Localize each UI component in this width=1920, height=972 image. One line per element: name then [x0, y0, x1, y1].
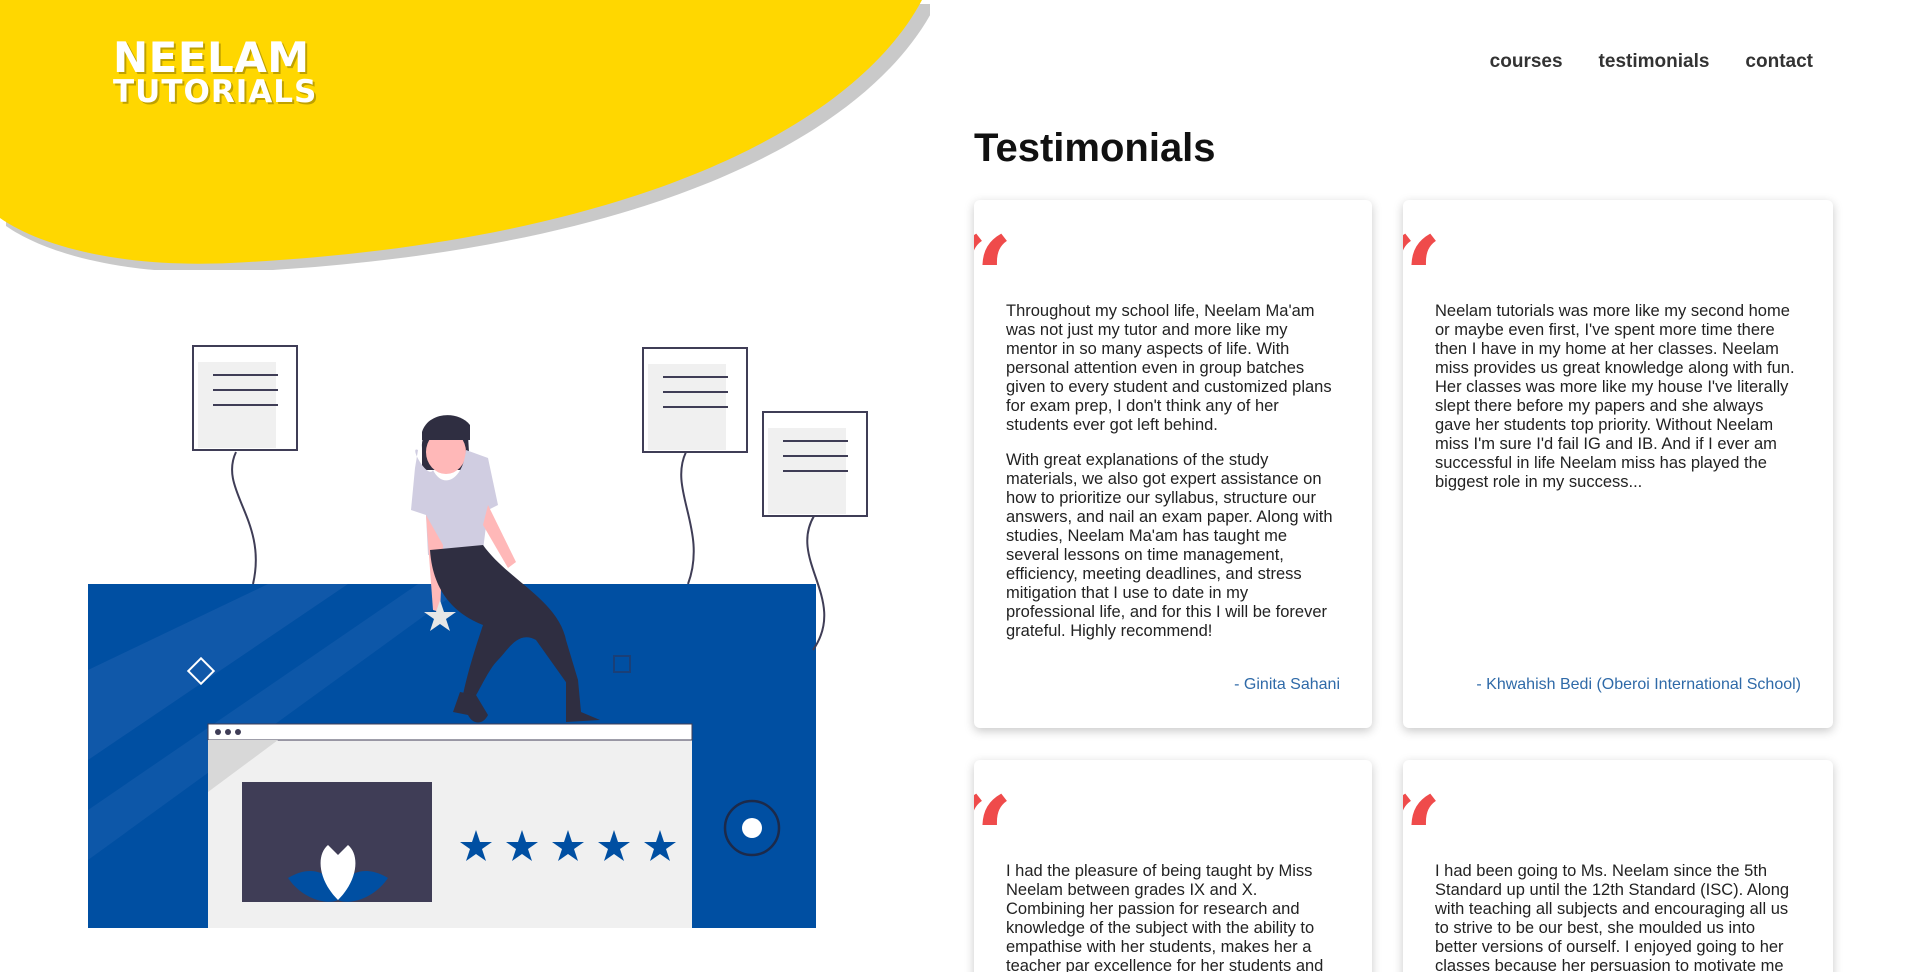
testimonial-card: “ Neelam tutorials was more like my seco…: [1403, 200, 1833, 728]
testimonial-card: “ I had been going to Ms. Neelam since t…: [1403, 760, 1833, 972]
brand-line2: TUTORIALS: [113, 73, 318, 110]
main-nav: courses testimonials contact: [1490, 51, 1813, 73]
note-card-right: [762, 411, 868, 517]
quote-mark-icon: “: [1403, 222, 1442, 332]
quote-mark-icon: “: [974, 222, 1013, 332]
testimonial-text: Neelam tutorials was more like my second…: [1435, 302, 1801, 492]
testimonial-paragraph: Neelam tutorials was more like my second…: [1435, 302, 1795, 491]
nav-contact[interactable]: contact: [1745, 51, 1813, 73]
nav-testimonials[interactable]: testimonials: [1599, 51, 1710, 73]
note-card-left: [192, 345, 298, 451]
testimonial-text: Throughout my school life, Neelam Ma'am …: [1006, 302, 1340, 641]
testimonial-text: I had been going to Ms. Neelam since the…: [1435, 862, 1801, 972]
testimonial-paragraph: Throughout my school life, Neelam Ma'am …: [1006, 302, 1332, 434]
brand-logo[interactable]: NEELAM TUTORIALS: [113, 33, 318, 110]
testimonial-paragraph: I had the pleasure of being taught by Mi…: [1006, 862, 1324, 972]
brand-line1: NEELAM: [113, 33, 310, 82]
testimonial-author: - Khwahish Bedi (Oberoi International Sc…: [1476, 676, 1801, 693]
quote-mark-icon: “: [974, 782, 1013, 892]
testimonial-text: I had the pleasure of being taught by Mi…: [1006, 862, 1340, 972]
testimonial-paragraph: With great explanations of the study mat…: [1006, 451, 1333, 640]
testimonial-illustration: [88, 345, 868, 928]
note-card-middle: [642, 347, 748, 453]
testimonial-paragraph: I had been going to Ms. Neelam since the…: [1435, 862, 1790, 972]
nav-courses[interactable]: courses: [1490, 51, 1563, 73]
page-title: Testimonials: [974, 126, 1216, 170]
testimonial-author: - Ginita Sahani: [1234, 676, 1340, 693]
testimonial-card: “ I had the pleasure of being taught by …: [974, 760, 1372, 972]
testimonial-card: “ Throughout my school life, Neelam Ma'a…: [974, 200, 1372, 728]
quote-mark-icon: “: [1403, 782, 1442, 892]
